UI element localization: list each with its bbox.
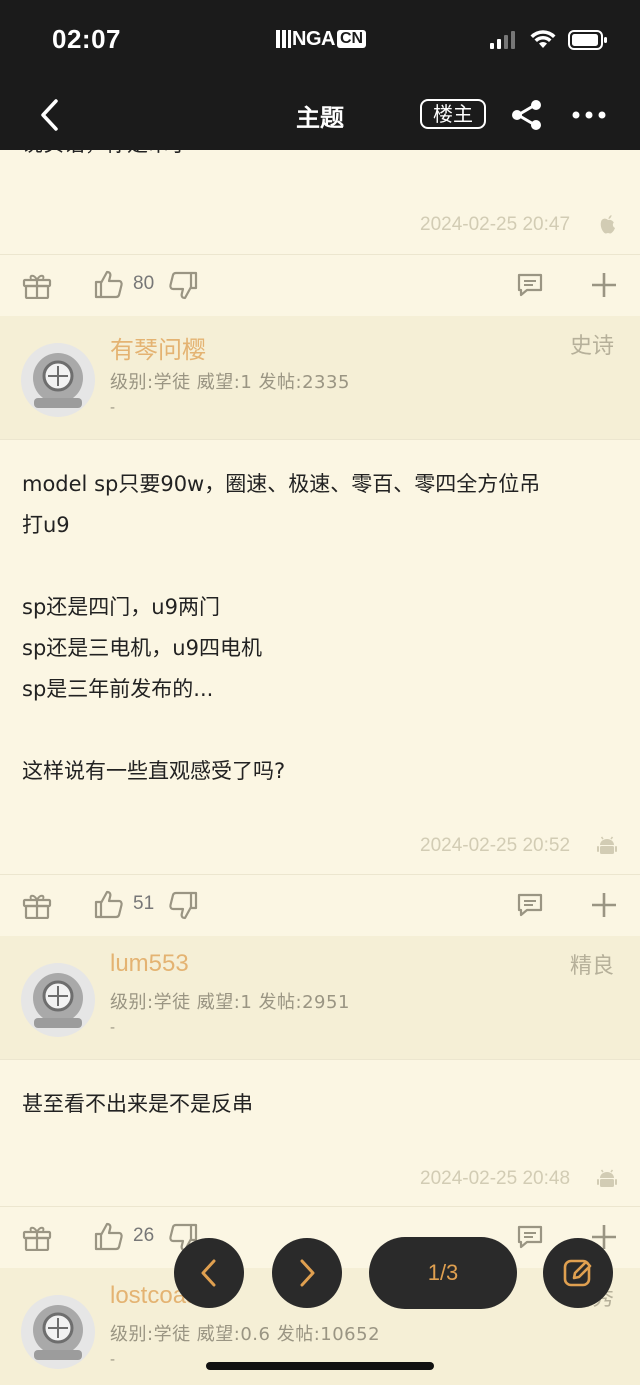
nav-bar: 主题 楼主 bbox=[0, 80, 640, 150]
comment-icon[interactable] bbox=[516, 271, 544, 299]
reply-button[interactable] bbox=[543, 1238, 613, 1308]
author-header: 有琴问樱 史诗 级别:学徒 威望:1 发帖:2335 - bbox=[0, 316, 640, 440]
status-icons bbox=[490, 30, 608, 50]
post-timestamp: 2024-02-25 20:48 bbox=[420, 1168, 571, 1189]
post-timestamp: 2024-02-25 20:47 bbox=[420, 214, 571, 235]
page-indicator-button[interactable]: 1/3 bbox=[369, 1237, 517, 1309]
prev-page-button[interactable] bbox=[174, 1238, 244, 1308]
author-name[interactable]: lum553 bbox=[110, 950, 189, 978]
author-meta: 级别:学徒 威望:1 发帖:2951 bbox=[110, 992, 350, 1013]
comment-icon[interactable] bbox=[516, 891, 544, 919]
post-body-line bbox=[22, 546, 622, 587]
nga-logo: NGA CN bbox=[276, 27, 367, 50]
comment-icon[interactable] bbox=[516, 1223, 544, 1251]
logo-suffix: CN bbox=[336, 30, 367, 48]
wifi-icon bbox=[530, 30, 556, 48]
author-signature: - bbox=[110, 400, 116, 416]
author-name[interactable]: 有琴问樱 bbox=[110, 330, 206, 365]
author-rank: 精良 bbox=[569, 954, 614, 979]
chevron-left-icon bbox=[201, 1259, 216, 1287]
page-title: 主题 bbox=[296, 104, 344, 132]
like-count: 26 bbox=[133, 1225, 155, 1246]
apple-icon bbox=[600, 215, 615, 234]
status-bar: 02:07 NGA CN bbox=[0, 0, 640, 80]
avatar[interactable] bbox=[20, 962, 96, 1038]
home-indicator bbox=[206, 1362, 434, 1370]
plus-icon[interactable] bbox=[590, 891, 618, 919]
author-rank: 史诗 bbox=[569, 334, 614, 359]
post-body-line: 甚至看不出来是不是反串 bbox=[22, 1092, 253, 1116]
post-body-line: sp是三年前发布的... bbox=[22, 677, 214, 701]
post-body: model sp只要90w，圈速、极速、零百、零四全方位吊 打u9 sp还是四门… bbox=[22, 464, 622, 792]
post-action-bar: 51 bbox=[0, 874, 640, 934]
thumbs-down-icon[interactable] bbox=[168, 891, 198, 921]
nga-logo-mark bbox=[276, 30, 291, 48]
next-page-button[interactable] bbox=[272, 1238, 342, 1308]
author-meta: 级别:学徒 威望:0.6 发帖:10652 bbox=[110, 1324, 381, 1345]
only-owner-button[interactable]: 楼主 bbox=[420, 99, 486, 129]
avatar[interactable] bbox=[20, 1294, 96, 1370]
avatar[interactable] bbox=[20, 342, 96, 418]
author-header: lum553 精良 级别:学徒 威望:1 发帖:2951 - bbox=[0, 936, 640, 1060]
post-body-line: sp还是四门，u9两门 bbox=[22, 595, 220, 619]
post-action-bar: 80 bbox=[0, 254, 640, 314]
author-signature: - bbox=[110, 1020, 116, 1036]
author-signature: - bbox=[110, 1352, 116, 1368]
status-time: 02:07 bbox=[52, 24, 121, 54]
chevron-right-icon bbox=[300, 1259, 315, 1287]
thumbs-down-icon[interactable] bbox=[168, 271, 198, 301]
plus-icon[interactable] bbox=[590, 271, 618, 299]
gift-icon[interactable] bbox=[22, 891, 52, 919]
like-count: 51 bbox=[133, 893, 155, 914]
post-body-line: 打u9 bbox=[22, 513, 70, 537]
post-body-line: model sp只要90w，圈速、极速、零百、零四全方位吊 bbox=[22, 472, 541, 496]
logo-text: NGA bbox=[292, 27, 335, 50]
share-icon[interactable] bbox=[510, 98, 544, 132]
more-icon[interactable] bbox=[572, 110, 606, 120]
edit-icon bbox=[563, 1259, 592, 1287]
android-icon bbox=[597, 836, 617, 854]
cellular-signal-icon bbox=[490, 31, 515, 49]
post-body-line: sp还是三电机，u9四电机 bbox=[22, 636, 262, 660]
gift-icon[interactable] bbox=[22, 271, 52, 299]
thumbs-up-icon[interactable] bbox=[94, 269, 124, 299]
thumbs-up-icon[interactable] bbox=[94, 889, 124, 919]
post-timestamp: 2024-02-25 20:52 bbox=[420, 835, 571, 856]
post-body-line bbox=[22, 710, 622, 751]
like-count: 80 bbox=[133, 273, 155, 294]
battery-icon bbox=[568, 30, 607, 50]
post-body-line: 这样说有一些直观感受了吗? bbox=[22, 759, 286, 783]
thumbs-up-icon[interactable] bbox=[94, 1221, 124, 1251]
gift-icon[interactable] bbox=[22, 1223, 52, 1251]
android-icon bbox=[597, 1169, 617, 1187]
author-meta: 级别:学徒 威望:1 发帖:2335 bbox=[110, 372, 350, 393]
